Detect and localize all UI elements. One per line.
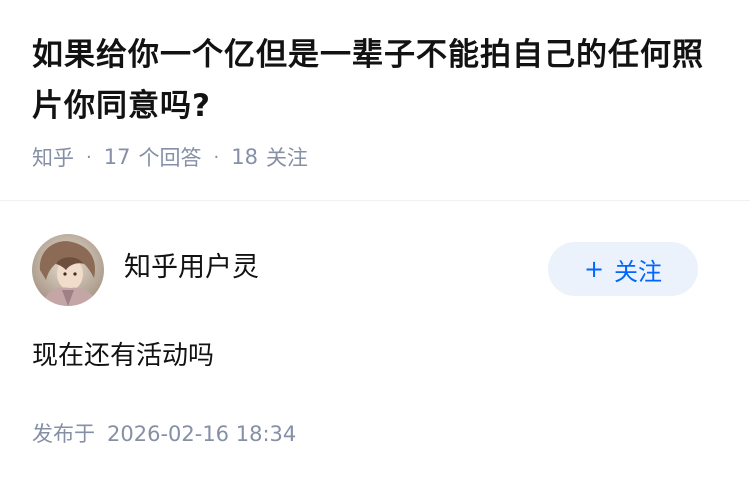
publish-time-value: 2026-02-16 18:34: [107, 422, 297, 446]
follow-button[interactable]: + 关注: [548, 242, 698, 296]
answer-count: 17: [103, 145, 131, 169]
question-header: 如果给你一个亿但是一辈子不能拍自己的任何照片你同意吗? 知乎 · 17 个回答 …: [32, 30, 722, 172]
answer-publish-time: 发布于 2026-02-16 18:34: [32, 418, 296, 448]
meta-separator: ·: [86, 146, 92, 168]
question-title[interactable]: 如果给你一个亿但是一辈子不能拍自己的任何照片你同意吗?: [32, 30, 722, 132]
avatar[interactable]: [32, 234, 104, 306]
plus-icon: +: [583, 255, 605, 283]
follow-button-label: 关注: [614, 257, 663, 286]
avatar-icon: [32, 234, 104, 306]
follow-count-label: 关注: [265, 146, 308, 170]
answer-count-label: 个回答: [138, 146, 202, 170]
publish-label: 发布于: [32, 422, 95, 446]
question-source[interactable]: 知乎: [32, 142, 74, 172]
section-divider: [0, 200, 750, 201]
question-meta: 知乎 · 17 个回答 · 18 关注: [32, 142, 722, 172]
meta-separator: ·: [213, 146, 220, 168]
author-name[interactable]: 知乎用户灵: [124, 250, 259, 286]
answer-content[interactable]: 现在还有活动吗: [32, 338, 214, 374]
answer-author-row: 知乎用户灵 + 关注: [32, 234, 698, 306]
follow-count: 18: [231, 145, 258, 169]
